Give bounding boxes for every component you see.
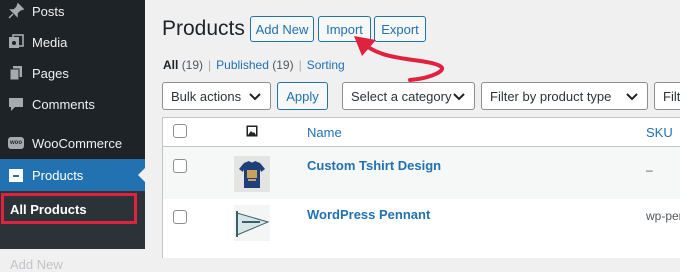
pages-icon: [8, 65, 24, 81]
menu-label-comments: Comments: [32, 96, 95, 112]
product-name-link[interactable]: WordPress Pennant: [307, 207, 430, 222]
bulk-actions-select[interactable]: Bulk actions: [162, 82, 271, 110]
menu-item-woocommerce[interactable]: woo WooCommerce: [0, 127, 145, 159]
chevron-down-icon: [453, 93, 465, 101]
menu-label-woocommerce: WooCommerce: [32, 135, 123, 151]
page-title: Products: [162, 17, 245, 40]
table-row: WordPress Pennant wp-pen: [163, 199, 680, 251]
product-sku: wp-pen: [646, 209, 680, 223]
row-checkbox[interactable]: [173, 159, 187, 173]
filter-sorting[interactable]: Sorting: [307, 58, 345, 72]
row-checkbox[interactable]: [173, 210, 187, 224]
comment-icon: [8, 96, 24, 112]
category-value: Select a category: [351, 88, 452, 104]
column-sku-header[interactable]: SKU: [646, 125, 673, 140]
chevron-down-icon: [249, 93, 261, 101]
highlight-box: [1, 193, 137, 224]
filter-published[interactable]: Published (19): [216, 58, 293, 72]
product-sku: –: [646, 163, 653, 177]
bulk-actions-value: Bulk actions: [171, 88, 242, 104]
woo-badge: woo: [8, 137, 24, 149]
product-type-select[interactable]: Filter by product type: [481, 82, 648, 110]
product-type-value: Filter by product type: [490, 88, 612, 104]
tshirt-thumbnail-icon[interactable]: [234, 156, 270, 192]
menu-label-pages: Pages: [32, 65, 69, 81]
submenu-add-new[interactable]: Add New: [10, 257, 63, 272]
stock-status-select[interactable]: Filt: [654, 82, 680, 110]
products-icon: [8, 167, 24, 183]
filter-all[interactable]: All (19): [163, 58, 203, 72]
pin-icon: [8, 3, 24, 19]
menu-label-products: Products: [32, 167, 84, 183]
media-icon: [8, 34, 24, 50]
select-all-checkbox[interactable]: [173, 124, 187, 138]
pennant-thumbnail-icon[interactable]: [234, 205, 270, 241]
product-name-link[interactable]: Custom Tshirt Design: [307, 158, 441, 173]
menu-label-posts: Posts: [32, 3, 65, 19]
image-icon: [246, 125, 258, 137]
add-new-button[interactable]: Add New: [250, 16, 314, 42]
category-select[interactable]: Select a category: [342, 82, 475, 110]
chevron-down-icon: [626, 93, 638, 101]
apply-button[interactable]: Apply: [277, 82, 328, 110]
column-name-header[interactable]: Name: [307, 125, 342, 140]
menu-item-posts[interactable]: Posts: [0, 0, 145, 27]
products-table: Name SKU Custom Tshirt Design – WordPres…: [162, 117, 680, 258]
status-filters: All (19) | Published (19) | Sorting: [163, 58, 345, 72]
menu-label-media: Media: [32, 34, 68, 50]
woocommerce-icon: woo: [8, 135, 24, 151]
menu-item-pages[interactable]: Pages: [0, 57, 145, 89]
menu-item-products[interactable]: Products: [0, 159, 145, 191]
menu-item-media[interactable]: Media: [0, 26, 145, 58]
stock-status-value: Filt: [663, 88, 680, 104]
menu-item-comments[interactable]: Comments: [0, 88, 145, 120]
table-row: Custom Tshirt Design –: [163, 147, 680, 199]
table-header: Name SKU: [163, 118, 680, 147]
